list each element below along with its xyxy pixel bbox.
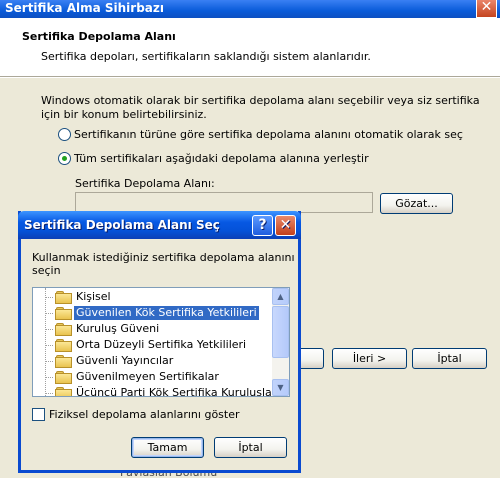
wizard-title-bar[interactable]: Sertifika Alma Sihirbazı ✕ (0, 0, 500, 18)
folder-icon (55, 387, 72, 396)
dialog-title: Sertifika Depolama Alanı Seç (24, 218, 220, 232)
tree-item-label: Orta Düzeyli Sertifika Yetkilileri (76, 338, 247, 351)
scroll-down-icon[interactable]: ▼ (272, 379, 289, 396)
store-field-label: Sertifika Depolama Alanı: (75, 177, 215, 190)
wizard-close-button[interactable]: ✕ (476, 0, 497, 18)
tree-scrollbar[interactable]: ▲ ▼ (272, 288, 289, 396)
close-icon: ✕ (480, 0, 493, 15)
wizard-cancel-button[interactable]: İptal (412, 348, 487, 369)
radio-manual-store-row[interactable]: Tüm sertifikaları aşağıdaki depolama ala… (58, 151, 369, 165)
tree-item-label: Üçüncü Parti Kök Sertifika Kuruluşları (76, 386, 280, 397)
tree-item-label: Kişisel (76, 290, 111, 303)
wizard-header-subtitle: Sertifika depoları, sertifikaların sakla… (41, 50, 371, 63)
folder-icon (55, 307, 72, 320)
folder-icon (55, 371, 72, 384)
dialog-instruction: Kullanmak istediğiniz sertifika depolama… (32, 251, 295, 277)
radio-auto-select-row[interactable]: Sertifikanın türüne göre sertifika depol… (58, 127, 463, 141)
ok-button[interactable]: Tamam (131, 437, 204, 458)
folder-icon (55, 291, 72, 304)
folder-icon (55, 355, 72, 368)
tree-item-trusted-publishers[interactable]: Güvenli Yayıncılar (45, 353, 175, 369)
wizard-description: Windows otomatik olarak bir sertifika de… (41, 94, 480, 121)
show-physical-stores-checkbox[interactable] (32, 408, 45, 421)
tree-item-intermediate[interactable]: Orta Düzeyli Sertifika Yetkilileri (45, 337, 248, 353)
dialog-close-button[interactable]: ✕ (275, 215, 296, 236)
folder-icon (55, 339, 72, 352)
select-store-dialog: Sertifika Depolama Alanı Seç ? ✕ Kullanm… (18, 211, 301, 473)
tree-item-third-party-root[interactable]: Üçüncü Parti Kök Sertifika Kuruluşları (45, 385, 281, 397)
store-field[interactable] (75, 192, 373, 213)
help-icon: ? (258, 217, 267, 233)
close-icon: ✕ (279, 217, 292, 233)
browse-button[interactable]: Gözat... (380, 193, 453, 214)
radio-auto-select-label: Sertifikanın türüne göre sertifika depol… (74, 127, 463, 141)
tree-item-label: Güvenilen Kök Sertifika Yetkilileri (74, 306, 259, 320)
tree-item-label: Güvenli Yayıncılar (76, 354, 174, 367)
tree-item-label: Güvenilmeyen Sertifikalar (76, 370, 219, 383)
dialog-cancel-button[interactable]: İptal (214, 437, 287, 458)
folder-icon (55, 323, 72, 336)
wizard-header-title: Sertifika Depolama Alanı (22, 30, 176, 43)
dialog-title-bar[interactable]: Sertifika Depolama Alanı Seç ? ✕ (18, 211, 301, 239)
show-physical-stores-label: Fiziksel depolama alanlarını göster (49, 408, 240, 421)
tree-item-personal[interactable]: Kişisel (45, 289, 113, 305)
tree-item-untrusted[interactable]: Güvenilmeyen Sertifikalar (45, 369, 221, 385)
header-divider (0, 76, 500, 78)
tree-item-enterprise-trust[interactable]: Kuruluş Güveni (45, 321, 161, 337)
tree-item-label: Kuruluş Güveni (76, 322, 160, 335)
next-button[interactable]: İleri > (332, 348, 407, 369)
wizard-title: Sertifika Alma Sihirbazı (5, 1, 164, 15)
store-tree[interactable]: Kişisel Güvenilen Kök Sertifika Yetkilil… (32, 287, 290, 397)
help-button[interactable]: ? (252, 215, 273, 236)
scroll-up-icon[interactable]: ▲ (272, 288, 289, 305)
show-physical-stores-row[interactable]: Fiziksel depolama alanlarını göster (32, 408, 240, 421)
wizard-header: Sertifika Depolama Alanı Sertifika depol… (0, 18, 500, 76)
radio-auto-select[interactable] (58, 127, 71, 141)
radio-manual-store[interactable] (58, 151, 71, 165)
tree-item-trusted-root[interactable]: Güvenilen Kök Sertifika Yetkilileri (45, 305, 259, 321)
radio-manual-store-label: Tüm sertifikaları aşağıdaki depolama ala… (74, 151, 369, 165)
scroll-thumb[interactable] (272, 306, 289, 358)
